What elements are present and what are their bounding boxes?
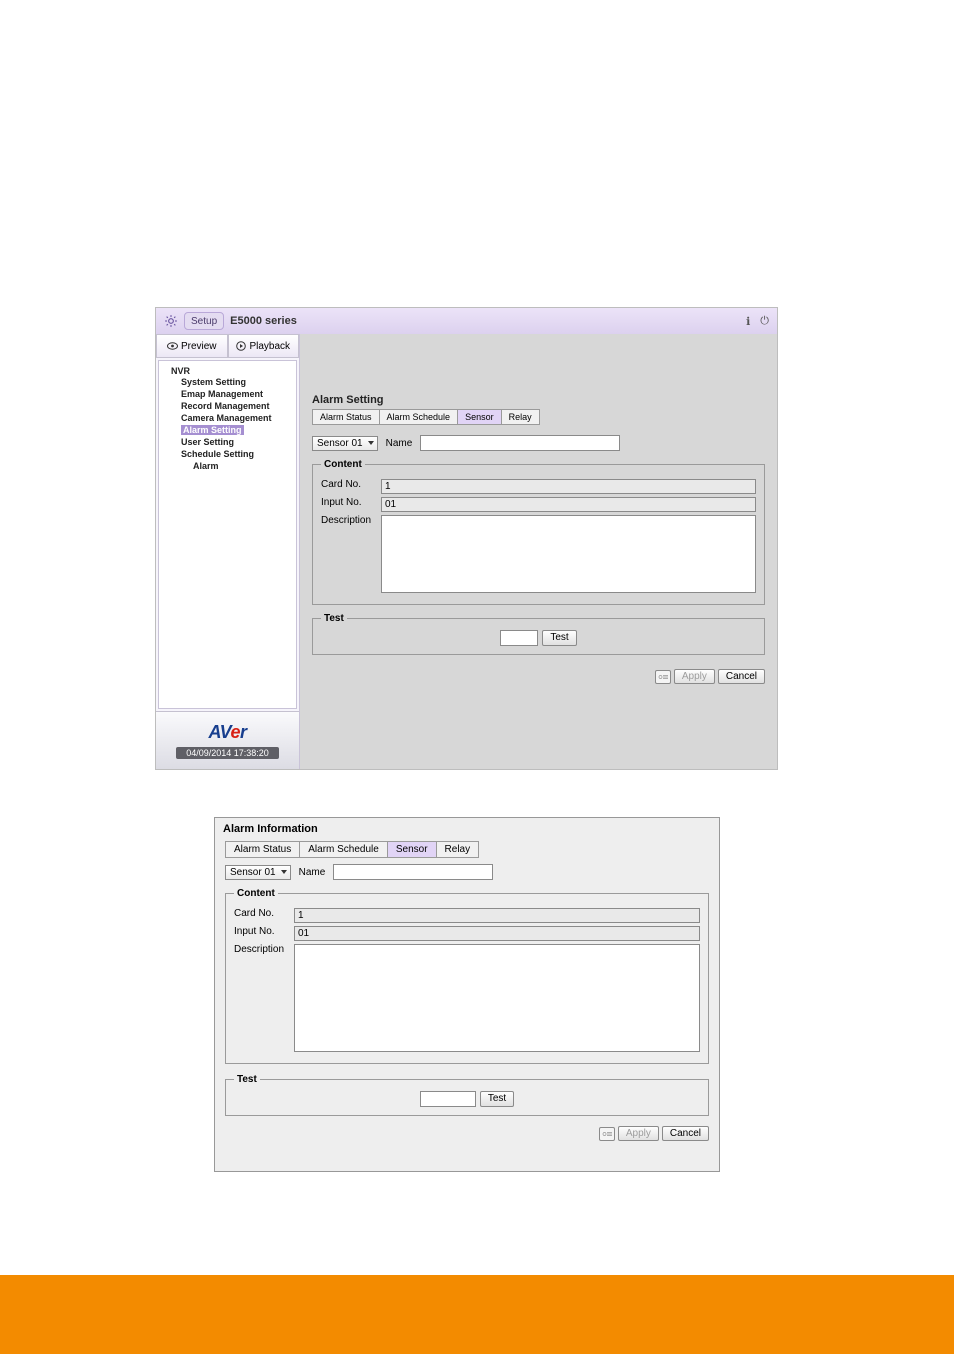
tree-item[interactable]: Record Management bbox=[181, 400, 294, 412]
sensor-select[interactable]: Sensor 01 bbox=[225, 865, 291, 880]
input-no-value: 01 bbox=[294, 926, 700, 941]
screenshot-alarm-information: Alarm Information Alarm StatusAlarm Sche… bbox=[214, 817, 720, 1172]
info-icon[interactable]: ℹ bbox=[746, 315, 750, 328]
tab-bar: Alarm StatusAlarm ScheduleSensorRelay bbox=[312, 409, 765, 425]
left-panel: Preview Playback NVR System SettingEmap … bbox=[156, 334, 300, 769]
nav-tree[interactable]: NVR System SettingEmap ManagementRecord … bbox=[158, 360, 297, 709]
tab-alarm-status[interactable]: Alarm Status bbox=[312, 409, 380, 425]
card-no-value: 1 bbox=[294, 908, 700, 923]
series-label: E5000 series bbox=[230, 315, 297, 327]
window-titlebar: Setup E5000 series ℹ ⏻ bbox=[156, 308, 777, 334]
tree-item[interactable]: Alarm bbox=[181, 460, 294, 472]
test-legend: Test bbox=[234, 1074, 260, 1085]
test-button[interactable]: Test bbox=[480, 1091, 514, 1107]
screenshot-app-window: Setup E5000 series ℹ ⏻ Preview Playback bbox=[155, 307, 778, 770]
content-legend: Content bbox=[321, 459, 365, 470]
name-input[interactable] bbox=[420, 435, 620, 451]
test-input[interactable] bbox=[500, 630, 538, 646]
input-no-value: 01 bbox=[381, 497, 756, 512]
tree-item[interactable]: Schedule Setting bbox=[181, 448, 294, 460]
gear-icon bbox=[164, 314, 178, 328]
tab-preview-label: Preview bbox=[181, 341, 217, 352]
input-no-label: Input No. bbox=[234, 926, 288, 937]
aver-logo: AVer bbox=[208, 722, 246, 743]
tree-item[interactable]: User Setting bbox=[181, 436, 294, 448]
tree-item[interactable]: System Setting bbox=[181, 376, 294, 388]
tab-relay[interactable]: Relay bbox=[437, 841, 480, 858]
content-panel: Alarm Setting Alarm StatusAlarm Schedule… bbox=[300, 334, 777, 769]
tab-sensor[interactable]: Sensor bbox=[458, 409, 502, 425]
description-label: Description bbox=[321, 515, 375, 526]
tab-playback[interactable]: Playback bbox=[228, 334, 300, 358]
content-fieldset: Content Card No. 1 Input No. 01 Descript… bbox=[225, 888, 709, 1064]
name-label: Name bbox=[299, 867, 326, 878]
test-fieldset: Test Test bbox=[225, 1074, 709, 1116]
default-button[interactable] bbox=[599, 1127, 615, 1141]
tab-bar: Alarm StatusAlarm ScheduleSensorRelay bbox=[225, 841, 709, 858]
default-button[interactable] bbox=[655, 670, 671, 684]
sensor-select[interactable]: Sensor 01 bbox=[312, 436, 378, 451]
tree-item[interactable]: Alarm Setting bbox=[181, 424, 294, 436]
page-footer bbox=[0, 1275, 954, 1354]
card-no-value: 1 bbox=[381, 479, 756, 494]
playback-icon bbox=[236, 341, 246, 351]
tree-item[interactable]: Emap Management bbox=[181, 388, 294, 400]
apply-button[interactable]: Apply bbox=[618, 1126, 659, 1141]
tab-playback-label: Playback bbox=[249, 341, 290, 352]
panel-title: Alarm Information bbox=[215, 818, 719, 835]
apply-button[interactable]: Apply bbox=[674, 669, 715, 684]
description-input[interactable] bbox=[381, 515, 756, 593]
content-fieldset: Content Card No. 1 Input No. 01 Descript… bbox=[312, 459, 765, 605]
name-label: Name bbox=[386, 438, 413, 449]
cancel-button[interactable]: Cancel bbox=[718, 669, 765, 684]
setup-label: Setup bbox=[184, 312, 224, 330]
description-input[interactable] bbox=[294, 944, 700, 1052]
input-no-label: Input No. bbox=[321, 497, 375, 508]
cancel-button[interactable]: Cancel bbox=[662, 1126, 709, 1141]
test-input[interactable] bbox=[420, 1091, 476, 1107]
brand-area: AVer 04/09/2014 17:38:20 bbox=[156, 711, 299, 769]
panel-title: Alarm Setting bbox=[312, 394, 765, 406]
tree-item[interactable]: Camera Management bbox=[181, 412, 294, 424]
card-no-label: Card No. bbox=[234, 908, 288, 919]
content-legend: Content bbox=[234, 888, 278, 899]
test-fieldset: Test Test bbox=[312, 613, 765, 655]
card-no-label: Card No. bbox=[321, 479, 375, 490]
power-icon[interactable]: ⏻ bbox=[760, 315, 769, 328]
tab-alarm-status[interactable]: Alarm Status bbox=[225, 841, 300, 858]
timestamp: 04/09/2014 17:38:20 bbox=[176, 747, 279, 759]
tree-root[interactable]: NVR bbox=[171, 366, 190, 376]
tab-alarm-schedule[interactable]: Alarm Schedule bbox=[300, 841, 388, 858]
name-input[interactable] bbox=[333, 864, 493, 880]
tab-preview[interactable]: Preview bbox=[156, 334, 228, 358]
tab-alarm-schedule[interactable]: Alarm Schedule bbox=[380, 409, 459, 425]
test-legend: Test bbox=[321, 613, 347, 624]
tab-sensor[interactable]: Sensor bbox=[388, 841, 437, 858]
test-button[interactable]: Test bbox=[542, 630, 576, 646]
description-label: Description bbox=[234, 944, 288, 955]
tab-relay[interactable]: Relay bbox=[502, 409, 540, 425]
eye-icon bbox=[167, 342, 178, 350]
